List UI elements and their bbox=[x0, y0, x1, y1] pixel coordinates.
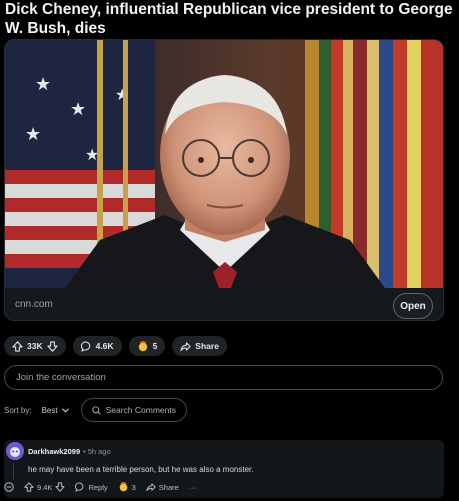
comment-author[interactable]: Darkhawk2099 bbox=[28, 447, 80, 456]
vote-pill: 33K bbox=[4, 336, 66, 356]
upvote-icon[interactable] bbox=[12, 340, 23, 352]
comment-sort-bar: Sort by: Best Search Comments bbox=[4, 398, 444, 422]
downvote-icon[interactable] bbox=[55, 482, 66, 492]
comment-award-count: 3 bbox=[131, 482, 136, 492]
sort-value: Best bbox=[41, 405, 58, 415]
comment-award-button[interactable]: 3 bbox=[118, 482, 136, 492]
downvote-icon[interactable] bbox=[46, 340, 58, 352]
collapse-thread-icon[interactable] bbox=[4, 482, 14, 492]
comment-text: he may have been a terrible person, but … bbox=[28, 465, 254, 474]
comment-vote-group: 9.4K bbox=[24, 482, 66, 492]
svg-text:★: ★ bbox=[25, 124, 41, 144]
post-actions-bar: 33K 4.6K 5 Share bbox=[4, 336, 227, 356]
sort-by-label: Sort by: bbox=[4, 405, 32, 415]
award-icon bbox=[119, 482, 127, 492]
svg-text:★: ★ bbox=[70, 99, 86, 119]
search-icon bbox=[91, 405, 101, 415]
portrait-photo: ★ ★ ★ ★ ★ bbox=[5, 40, 443, 288]
join-conversation-input[interactable]: Join the conversation bbox=[4, 365, 443, 390]
search-comments-placeholder: Search Comments bbox=[105, 405, 176, 415]
sort-dropdown[interactable]: Best bbox=[42, 406, 69, 415]
comment-share-button[interactable]: Share bbox=[146, 482, 179, 492]
comment-count: 4.6K bbox=[95, 341, 114, 351]
search-comments-input[interactable]: Search Comments bbox=[80, 398, 187, 422]
upvote-count: 33K bbox=[27, 341, 43, 351]
comment-actions: 9.4K Reply 3 Share ··· bbox=[4, 482, 196, 492]
open-link-button[interactable]: Open bbox=[393, 293, 433, 319]
svg-text:★: ★ bbox=[35, 74, 51, 94]
share-button[interactable]: Share bbox=[172, 336, 227, 356]
comment-upvote-count: 9.4K bbox=[37, 482, 53, 492]
post-image[interactable]: ★ ★ ★ ★ ★ bbox=[5, 40, 443, 288]
award-count: 5 bbox=[152, 341, 158, 351]
post-title[interactable]: Dick Cheney, influential Republican vice… bbox=[5, 0, 455, 38]
thread-line bbox=[13, 463, 14, 479]
share-icon bbox=[180, 341, 191, 351]
link-preview-card[interactable]: ★ ★ ★ ★ ★ cnn.com Open bbox=[4, 39, 444, 321]
reply-label: Reply bbox=[88, 482, 108, 492]
link-domain[interactable]: cnn.com bbox=[15, 299, 53, 310]
comments-button[interactable]: 4.6K bbox=[72, 336, 122, 356]
more-options-button[interactable]: ··· bbox=[189, 483, 197, 492]
comment-time: • 5h ago bbox=[83, 447, 111, 456]
upvote-icon[interactable] bbox=[24, 482, 34, 492]
reply-button[interactable]: Reply bbox=[75, 482, 108, 492]
chevron-down-icon bbox=[61, 407, 69, 413]
share-icon bbox=[146, 483, 156, 492]
award-icon bbox=[138, 340, 147, 351]
award-button[interactable]: 5 bbox=[128, 336, 166, 356]
share-label: Share bbox=[195, 341, 219, 351]
avatar-icon bbox=[6, 442, 24, 460]
comment-icon bbox=[75, 482, 84, 492]
avatar[interactable] bbox=[6, 442, 24, 460]
comment-icon bbox=[80, 341, 90, 352]
comment-share-label: Share bbox=[158, 482, 179, 492]
